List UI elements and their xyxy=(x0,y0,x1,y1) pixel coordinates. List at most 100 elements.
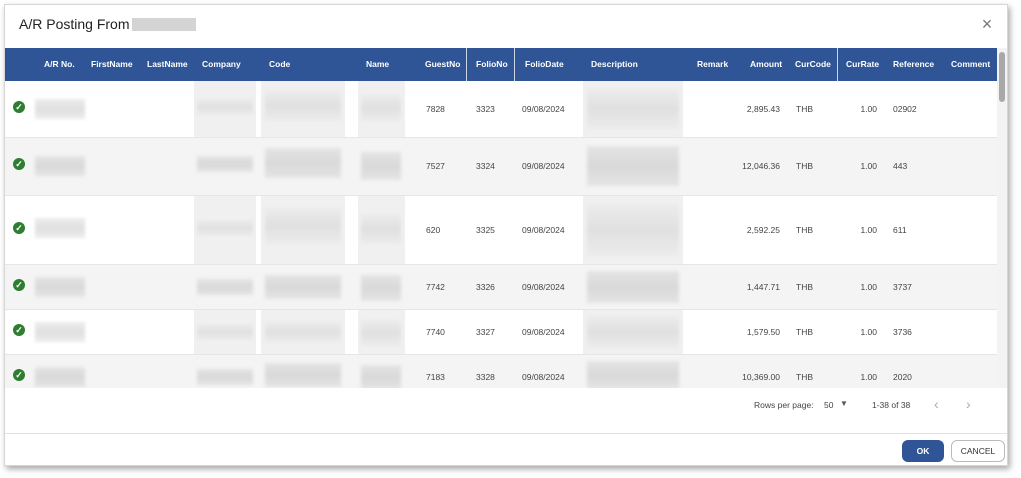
cur-code-cell: THB xyxy=(796,161,813,171)
folio-no-cell: 3327 xyxy=(476,327,495,337)
dialog-title: A/R Posting From xyxy=(19,16,197,32)
col-folio-date[interactable]: FolioDate xyxy=(525,48,564,81)
check-circle-icon: ✓ xyxy=(13,222,25,234)
col-ar-no[interactable]: A/R No. xyxy=(44,48,75,81)
redacted-name xyxy=(361,95,401,121)
col-folio-no[interactable]: FolioNo xyxy=(476,48,508,81)
redacted-company xyxy=(197,220,253,236)
redacted-code xyxy=(265,148,341,178)
cancel-button[interactable]: CANCEL xyxy=(951,440,1005,462)
ar-posting-dialog: A/R Posting From × A/R No. FirstName Las… xyxy=(4,4,1008,466)
redacted-company xyxy=(197,156,253,172)
check-circle-icon: ✓ xyxy=(13,101,25,113)
reference-cell: 3736 xyxy=(893,327,912,337)
col-comment[interactable]: Comment xyxy=(951,48,990,81)
col-description[interactable]: Description xyxy=(591,48,638,81)
check-circle-icon: ✓ xyxy=(13,279,25,291)
table-header: A/R No. FirstName LastName Company Code … xyxy=(5,48,997,81)
redacted-name xyxy=(361,320,401,346)
caret-down-icon[interactable]: ▼ xyxy=(840,399,848,408)
col-company[interactable]: Company xyxy=(202,48,241,81)
amount-cell: 2,592.25 xyxy=(746,225,780,235)
folio-date-cell: 09/08/2024 xyxy=(522,225,565,235)
dialog-title-text: A/R Posting From xyxy=(19,16,130,32)
folio-date-cell: 09/08/2024 xyxy=(522,327,565,337)
col-cur-code[interactable]: CurCode xyxy=(795,48,831,81)
reference-cell: 2020 xyxy=(893,372,912,382)
cur-rate-cell: 1.00 xyxy=(860,372,877,382)
redacted-code xyxy=(265,208,341,244)
redacted-company xyxy=(197,99,253,115)
folio-no-cell: 3328 xyxy=(476,372,495,382)
table-pagination: Rows per page: 50 ▼ 1-38 of 38 ‹ › xyxy=(5,388,1007,423)
table-body: ✓ 7828 3323 09/08/2024 2,895.43 THB 1.00… xyxy=(5,81,997,388)
chevron-left-icon[interactable]: ‹ xyxy=(934,396,939,412)
col-reference[interactable]: Reference xyxy=(893,48,934,81)
check-circle-icon: ✓ xyxy=(13,158,25,170)
cur-rate-cell: 1.00 xyxy=(860,282,877,292)
vertical-scrollbar[interactable] xyxy=(997,48,1007,388)
reference-cell: 611 xyxy=(893,225,907,235)
redacted-description xyxy=(587,146,679,186)
amount-cell: 12,046.36 xyxy=(742,161,780,171)
rows-per-page-select[interactable]: 50 xyxy=(824,400,833,410)
footer-divider xyxy=(5,433,1007,434)
redacted-name xyxy=(361,214,401,244)
redacted-code xyxy=(265,322,341,342)
guest-no-cell: 7527 xyxy=(426,161,445,171)
col-last-name[interactable]: LastName xyxy=(147,48,188,81)
col-amount[interactable]: Amount xyxy=(750,48,782,81)
guest-no-cell: 7828 xyxy=(426,104,445,114)
amount-cell: 1,447.71 xyxy=(746,282,780,292)
col-cur-rate[interactable]: CurRate xyxy=(846,48,879,81)
col-guest-no[interactable]: GuestNo xyxy=(425,48,460,81)
redacted-code xyxy=(265,363,341,387)
scrollbar-thumb[interactable] xyxy=(999,52,1005,102)
table-row[interactable]: ✓ 620 3325 09/08/2024 2,592.25 THB 1.00 … xyxy=(5,196,997,265)
folio-no-cell: 3324 xyxy=(476,161,495,171)
chevron-right-icon[interactable]: › xyxy=(966,396,971,412)
guest-no-cell: 7740 xyxy=(426,327,445,337)
redacted-name xyxy=(361,275,401,301)
redacted-description xyxy=(587,361,679,388)
col-name[interactable]: Name xyxy=(366,48,389,81)
cur-code-cell: THB xyxy=(796,104,813,114)
redacted-company xyxy=(197,369,253,385)
guest-no-cell: 7742 xyxy=(426,282,445,292)
table-row[interactable]: ✓ 7183 3328 09/08/2024 10,369.00 THB 1.0… xyxy=(5,355,997,388)
reference-cell: 443 xyxy=(893,161,908,171)
folio-no-cell: 3326 xyxy=(476,282,495,292)
table-row[interactable]: ✓ 7742 3326 09/08/2024 1,447.71 THB 1.00… xyxy=(5,265,997,310)
table-row[interactable]: ✓ 7828 3323 09/08/2024 2,895.43 THB 1.00… xyxy=(5,81,997,138)
redacted-ar-no xyxy=(35,277,85,297)
reference-cell: 3737 xyxy=(893,282,912,292)
column-divider xyxy=(837,48,838,81)
cur-rate-cell: 1.00 xyxy=(860,104,877,114)
redacted-company xyxy=(197,324,253,340)
cur-rate-cell: 1.00 xyxy=(860,327,877,337)
folio-date-cell: 09/08/2024 xyxy=(522,282,565,292)
redacted-company xyxy=(197,279,253,295)
amount-cell: 1,579.50 xyxy=(746,327,780,337)
redacted-code xyxy=(265,91,341,121)
table-row[interactable]: ✓ 7527 3324 09/08/2024 12,046.36 THB 1.0… xyxy=(5,138,997,196)
redacted-description xyxy=(587,316,679,348)
folio-no-cell: 3323 xyxy=(476,104,495,114)
amount-cell: 10,369.00 xyxy=(742,372,780,382)
folio-no-cell: 3325 xyxy=(476,225,495,235)
close-icon[interactable]: × xyxy=(977,14,997,34)
ok-button[interactable]: OK xyxy=(902,440,944,462)
folio-date-cell: 09/08/2024 xyxy=(522,161,565,171)
col-code[interactable]: Code xyxy=(269,48,290,81)
dialog-titlebar: A/R Posting From × xyxy=(5,5,1007,45)
cur-rate-cell: 1.00 xyxy=(860,161,877,171)
col-first-name[interactable]: FirstName xyxy=(91,48,133,81)
cur-code-cell: THB xyxy=(796,372,813,382)
redacted-description xyxy=(587,89,679,129)
table-row[interactable]: ✓ 7740 3327 09/08/2024 1,579.50 THB 1.00… xyxy=(5,310,997,355)
pagination-range: 1-38 of 38 xyxy=(872,400,911,410)
redacted-description xyxy=(587,271,679,303)
col-remark[interactable]: Remark xyxy=(697,48,728,81)
folio-date-cell: 09/08/2024 xyxy=(522,104,565,114)
guest-no-cell: 7183 xyxy=(426,372,445,382)
